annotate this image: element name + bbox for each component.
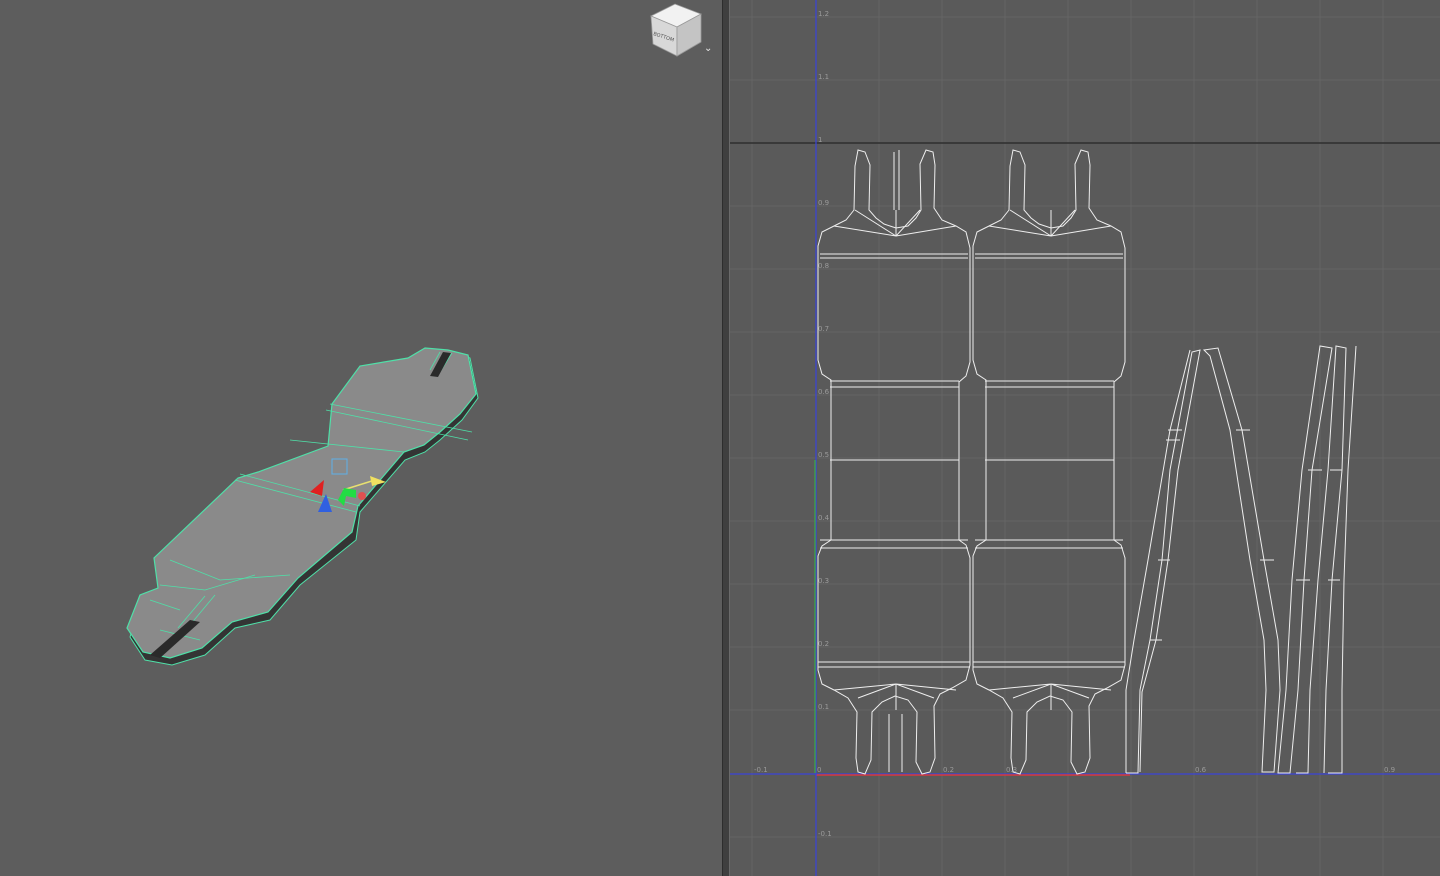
board-mesh[interactable] (126, 347, 479, 666)
chevron-down-icon[interactable]: ⌄ (704, 42, 718, 56)
uv-grid (730, 0, 1440, 876)
y-tick-label: 0.4 (818, 514, 830, 522)
y-tick-label: 0.1 (818, 703, 829, 711)
y-tick-label: 0.2 (818, 640, 829, 648)
x-tick-label: 0 (817, 766, 821, 774)
y-tick-label: 0.7 (818, 325, 829, 333)
uv-canvas[interactable]: -0.1 0 0.2 0.3 0.6 0.9 1.2 1.1 1 0.9 0.8… (730, 0, 1440, 876)
y-tick-label: 0.8 (818, 262, 829, 270)
y-tick-label: 0.5 (818, 451, 829, 459)
model-canvas[interactable] (0, 0, 722, 876)
panel-divider[interactable] (722, 0, 730, 876)
uv-shell-top-1[interactable] (817, 149, 971, 775)
uv-editor[interactable]: -0.1 0 0.2 0.3 0.6 0.9 1.2 1.1 1 0.9 0.8… (730, 0, 1440, 876)
y-tick-label: 0.9 (818, 199, 829, 207)
x-tick-label: 0.6 (1195, 766, 1207, 774)
perspective-viewport[interactable]: BOTTOM ⌄ (0, 0, 722, 876)
y-tick-label: 0.6 (818, 388, 830, 396)
uv-shell-side-strips[interactable] (1125, 345, 1357, 774)
y-tick-label: -0.1 (818, 830, 832, 838)
uv-shell-top-2[interactable] (972, 149, 1126, 775)
x-tick-label: 0.9 (1384, 766, 1395, 774)
x-tick-label: 0.2 (943, 766, 954, 774)
board-top (126, 347, 477, 659)
view-cube[interactable]: BOTTOM (645, 0, 705, 58)
y-tick-label: 1.2 (818, 10, 829, 18)
x-tick-label: -0.1 (754, 766, 768, 774)
rotate-handle[interactable] (358, 492, 366, 500)
y-tick-label: 1 (818, 136, 822, 144)
y-tick-label: 1.1 (818, 73, 829, 81)
y-tick-label: 0.3 (818, 577, 829, 585)
